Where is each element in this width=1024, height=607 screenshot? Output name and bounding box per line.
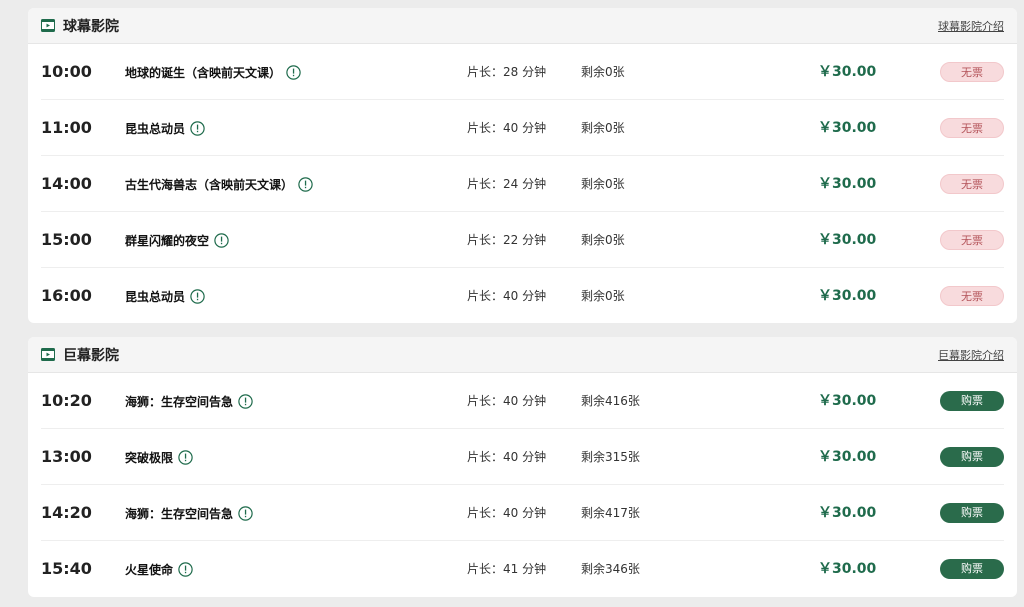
buy-ticket-button[interactable]: 购票 [940,391,1004,411]
hall-header: 巨幕影院 巨幕影院介绍 [28,337,1017,373]
movie-title[interactable]: 突破极限 [125,449,173,466]
movie-duration: 片长：22 分钟 [467,233,547,247]
tickets-remaining: 剩余0张 [581,121,625,135]
session-time: 13:00 [41,447,92,466]
session-time: 14:20 [41,503,92,522]
info-icon[interactable] [238,505,253,521]
info-icon[interactable] [238,393,253,409]
movie-duration: 片长：40 分钟 [467,506,547,520]
info-icon[interactable] [178,561,193,577]
movie-duration: 片长：40 分钟 [467,394,547,408]
movie-title[interactable]: 火星使命 [125,561,173,578]
session-time: 16:00 [41,286,92,305]
sold-out-button: 无票 [940,286,1004,306]
hall-intro-link[interactable]: 球幕影院介绍 [938,18,1004,34]
movie-title[interactable]: 昆虫总动员 [125,288,185,305]
movie-duration: 片长：28 分钟 [467,65,547,79]
ticket-price: ￥30.00 [818,176,877,192]
tickets-remaining: 剩余346张 [581,562,640,576]
tickets-remaining: 剩余0张 [581,233,625,247]
session-row: 11:00 昆虫总动员 片长：40 分钟 剩余0张 ￥30.00 无票 [41,100,1004,156]
ticket-price: ￥30.00 [818,505,877,521]
hall-header: 球幕影院 球幕影院介绍 [28,8,1017,44]
session-row: 14:00 古生代海兽志（含映前天文课） 片长：24 分钟 剩余0张 ￥30.0… [41,156,1004,212]
tickets-remaining: 剩余0张 [581,65,625,79]
info-icon[interactable] [298,176,313,192]
tickets-remaining: 剩余0张 [581,177,625,191]
info-icon[interactable] [190,288,205,304]
tickets-remaining: 剩余416张 [581,394,640,408]
buy-ticket-button[interactable]: 购票 [940,503,1004,523]
ticket-price: ￥30.00 [818,449,877,465]
movie-duration: 片长：41 分钟 [467,562,547,576]
sold-out-button: 无票 [940,62,1004,82]
sold-out-button: 无票 [940,174,1004,194]
info-icon[interactable] [190,120,205,136]
movie-title[interactable]: 群星闪耀的夜空 [125,232,209,249]
session-time: 14:00 [41,174,92,193]
screen-icon [41,348,55,361]
screen-icon [41,19,55,32]
sold-out-button: 无票 [940,118,1004,138]
hall-name: 球幕影院 [63,18,119,35]
session-row: 15:40 火星使命 片长：41 分钟 剩余346张 ￥30.00 购票 [41,541,1004,597]
ticket-price: ￥30.00 [818,64,877,80]
ticket-price: ￥30.00 [818,120,877,136]
tickets-remaining: 剩余315张 [581,450,640,464]
tickets-remaining: 剩余0张 [581,289,625,303]
movie-title[interactable]: 海狮：生存空间告急 [125,505,233,522]
session-time: 11:00 [41,118,92,137]
ticket-price: ￥30.00 [818,232,877,248]
movie-title[interactable]: 古生代海兽志（含映前天文课） [125,176,293,193]
info-icon[interactable] [214,232,229,248]
session-row: 14:20 海狮：生存空间告急 片长：40 分钟 剩余417张 ￥30.00 购… [41,485,1004,541]
session-row: 10:00 地球的诞生（含映前天文课） 片长：28 分钟 剩余0张 ￥30.00… [41,44,1004,100]
session-time: 10:20 [41,391,92,410]
session-row: 13:00 突破极限 片长：40 分钟 剩余315张 ￥30.00 购票 [41,429,1004,485]
session-row: 15:00 群星闪耀的夜空 片长：22 分钟 剩余0张 ￥30.00 无票 [41,212,1004,268]
info-icon[interactable] [286,64,301,80]
movie-duration: 片长：40 分钟 [467,450,547,464]
movie-title[interactable]: 昆虫总动员 [125,120,185,137]
ticket-price: ￥30.00 [818,393,877,409]
movie-duration: 片长：40 分钟 [467,121,547,135]
session-time: 10:00 [41,62,92,81]
buy-ticket-button[interactable]: 购票 [940,447,1004,467]
movie-duration: 片长：24 分钟 [467,177,547,191]
session-time: 15:00 [41,230,92,249]
hall-card: 球幕影院 球幕影院介绍 10:00 地球的诞生（含映前天文课） 片长：28 分钟… [28,8,1017,323]
movie-title[interactable]: 地球的诞生（含映前天文课） [125,64,281,81]
hall-card: 巨幕影院 巨幕影院介绍 10:20 海狮：生存空间告急 片长：40 分钟 剩余4… [28,337,1017,597]
schedule-page: 球幕影院 球幕影院介绍 10:00 地球的诞生（含映前天文课） 片长：28 分钟… [0,0,1024,607]
movie-duration: 片长：40 分钟 [467,289,547,303]
session-row: 10:20 海狮：生存空间告急 片长：40 分钟 剩余416张 ￥30.00 购… [41,373,1004,429]
hall-intro-link[interactable]: 巨幕影院介绍 [938,347,1004,363]
hall-name: 巨幕影院 [63,347,119,364]
tickets-remaining: 剩余417张 [581,506,640,520]
info-icon[interactable] [178,449,193,465]
session-time: 15:40 [41,559,92,578]
movie-title[interactable]: 海狮：生存空间告急 [125,393,233,410]
sold-out-button: 无票 [940,230,1004,250]
ticket-price: ￥30.00 [818,561,877,577]
session-row: 16:00 昆虫总动员 片长：40 分钟 剩余0张 ￥30.00 无票 [41,268,1004,323]
buy-ticket-button[interactable]: 购票 [940,559,1004,579]
ticket-price: ￥30.00 [818,288,877,304]
